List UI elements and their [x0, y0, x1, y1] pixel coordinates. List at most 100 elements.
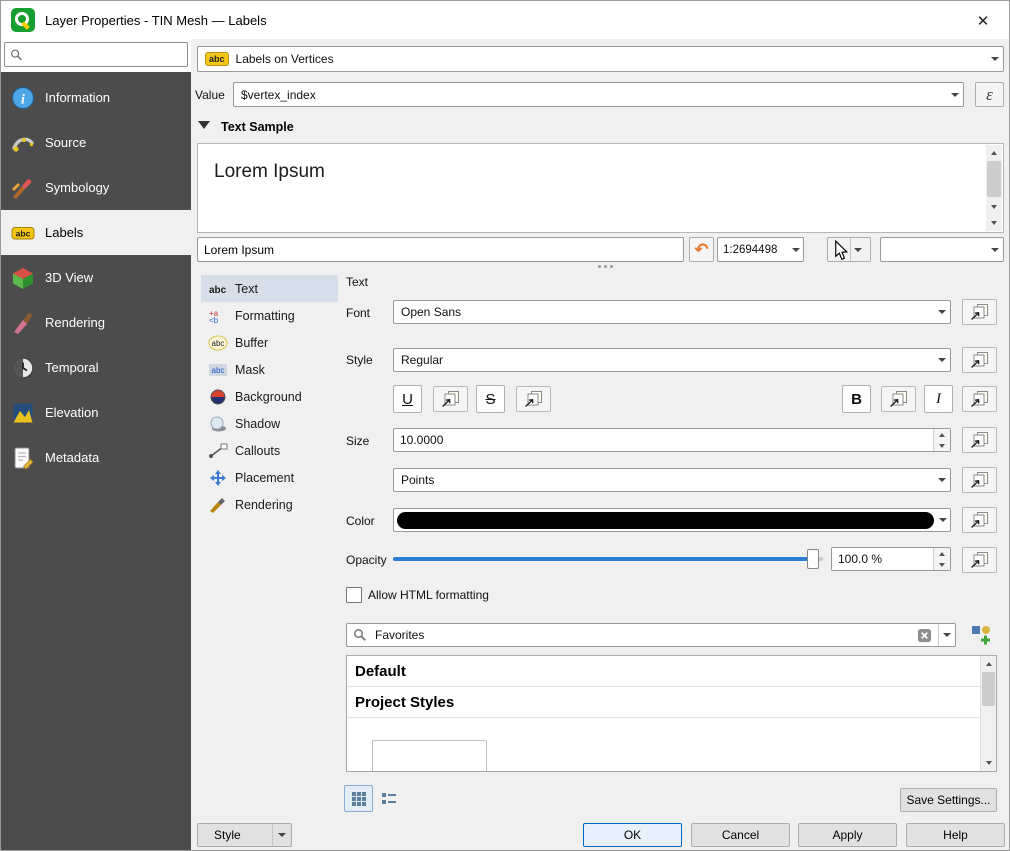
data-defined-override-icon [970, 390, 990, 408]
sidebar-item-3d-view[interactable]: 3D View [1, 255, 191, 300]
mouse-cursor [834, 240, 849, 261]
sample-scrollbar[interactable] [986, 145, 1002, 231]
splitter-handle[interactable] [593, 263, 617, 269]
list-view-button[interactable] [374, 785, 403, 812]
allow-html-checkbox[interactable] [346, 587, 362, 603]
dropdown-arrow-icon [933, 301, 950, 323]
icon-view-button[interactable] [344, 785, 373, 812]
size-unit-select[interactable]: Points [393, 468, 951, 492]
style-preview-item[interactable] [372, 740, 487, 772]
rendering-tab-icon [208, 497, 228, 513]
sample-scale-select[interactable]: 1:2694498 [717, 237, 804, 262]
scroll-down-button-2[interactable] [986, 215, 1002, 231]
opacity-slider[interactable] [393, 549, 823, 569]
scroll-down-button[interactable] [986, 199, 1002, 215]
sidebar-item-symbology[interactable]: Symbology [1, 165, 191, 210]
ok-button[interactable]: OK [583, 823, 682, 847]
font-override-button[interactable] [962, 299, 997, 325]
underline-button[interactable]: U [393, 385, 422, 413]
tab-shadow[interactable]: Shadow [201, 410, 338, 437]
size-input[interactable]: 10.0000 [393, 428, 951, 452]
reset-sample-button[interactable]: ↶ [689, 237, 714, 262]
sidebar-search-input[interactable] [28, 47, 187, 63]
dropdown-arrow-icon [933, 469, 950, 491]
data-defined-override-icon [970, 431, 990, 449]
unit-override-button[interactable] [962, 467, 997, 493]
tab-buffer[interactable]: abc Buffer [201, 329, 338, 356]
strikethrough-button[interactable]: S [476, 385, 505, 413]
help-button[interactable]: Help [906, 823, 1005, 847]
cancel-button[interactable]: Cancel [691, 823, 790, 847]
style-override-button[interactable] [962, 347, 997, 373]
dropdown-arrow-icon [986, 47, 1003, 71]
label-settings-tabs: abc Text +a <b Formatting abc Buffer abc… [201, 275, 338, 518]
sidebar-item-elevation[interactable]: Elevation [1, 390, 191, 435]
underline-override-button[interactable] [433, 386, 468, 412]
tab-mask[interactable]: abc Mask [201, 356, 338, 383]
bold-button[interactable]: B [842, 385, 871, 413]
tab-background[interactable]: Background [201, 383, 338, 410]
collapse-triangle-icon[interactable] [198, 121, 210, 129]
dropdown-arrow-icon[interactable] [272, 824, 291, 846]
opacity-slider-handle[interactable] [807, 549, 819, 569]
style-manager-button[interactable] [965, 621, 997, 648]
sidebar-search[interactable] [4, 42, 188, 67]
expression-builder-button[interactable]: ε [975, 82, 1004, 107]
list-view-icon [381, 791, 397, 807]
sidebar-item-rendering[interactable]: Rendering [1, 300, 191, 345]
size-override-button[interactable] [962, 427, 997, 453]
elevation-icon [11, 401, 35, 425]
opacity-override-button[interactable] [962, 547, 997, 573]
spinner-buttons[interactable] [933, 548, 950, 570]
sidebar-item-information[interactable]: i Information [1, 75, 191, 120]
save-settings-button[interactable]: Save Settings... [900, 788, 997, 812]
clear-filter-icon[interactable] [917, 628, 932, 643]
sample-text-input[interactable] [197, 237, 684, 262]
style-group-project-styles[interactable]: Project Styles [347, 687, 996, 718]
sidebar-item-temporal[interactable]: Temporal [1, 345, 191, 390]
style-group-default[interactable]: Default [347, 656, 996, 687]
close-button[interactable]: ✕ [971, 9, 995, 33]
spinner-buttons[interactable] [933, 429, 950, 451]
bold-override-button[interactable] [881, 386, 916, 412]
svg-text:abc: abc [212, 366, 225, 375]
sidebar-item-metadata[interactable]: Metadata [1, 435, 191, 480]
tab-text[interactable]: abc Text [201, 275, 338, 302]
apply-button[interactable]: Apply [798, 823, 897, 847]
sample-background-select[interactable] [880, 237, 1004, 262]
font-select[interactable]: Open Sans [393, 300, 951, 324]
dropdown-arrow-icon[interactable] [938, 624, 955, 646]
scroll-up-button[interactable] [981, 656, 996, 672]
opacity-input[interactable]: 100.0 % [831, 547, 951, 571]
tab-placement[interactable]: Placement [201, 464, 338, 491]
tab-label: Rendering [235, 498, 293, 512]
sidebar-item-label: Labels [45, 225, 83, 240]
style-menu-button[interactable]: Style [197, 823, 292, 847]
style-list-scrollbar[interactable] [980, 656, 996, 771]
data-defined-override-icon [524, 390, 544, 408]
strikethrough-override-button[interactable] [516, 386, 551, 412]
tab-rendering[interactable]: Rendering [201, 491, 338, 518]
scroll-thumb[interactable] [987, 161, 1001, 197]
font-style-select[interactable]: Regular [393, 348, 951, 372]
italic-button[interactable]: I [924, 385, 953, 413]
style-list[interactable]: Default Project Styles [346, 655, 997, 772]
tab-formatting[interactable]: +a <b Formatting [201, 302, 338, 329]
label-mode-select[interactable]: abc Labels on Vertices [197, 46, 1004, 72]
scroll-down-button[interactable] [981, 755, 996, 771]
dropdown-arrow-icon[interactable] [936, 509, 950, 531]
dropdown-arrow-icon [946, 83, 963, 106]
information-icon: i [11, 86, 35, 110]
value-expression-select[interactable]: $vertex_index [233, 82, 964, 107]
sidebar-item-source[interactable]: Source [1, 120, 191, 165]
scroll-up-button[interactable] [986, 145, 1002, 161]
italic-override-button[interactable] [962, 386, 997, 412]
color-picker[interactable] [393, 508, 951, 532]
style-filter-box[interactable]: Favorites [346, 623, 956, 647]
sidebar-item-labels[interactable]: abc Labels [1, 210, 191, 255]
color-override-button[interactable] [962, 507, 997, 533]
dropdown-arrow-icon[interactable] [850, 238, 864, 261]
scroll-thumb[interactable] [982, 672, 995, 706]
tab-callouts[interactable]: Callouts [201, 437, 338, 464]
sidebar-item-label: 3D View [45, 270, 93, 285]
